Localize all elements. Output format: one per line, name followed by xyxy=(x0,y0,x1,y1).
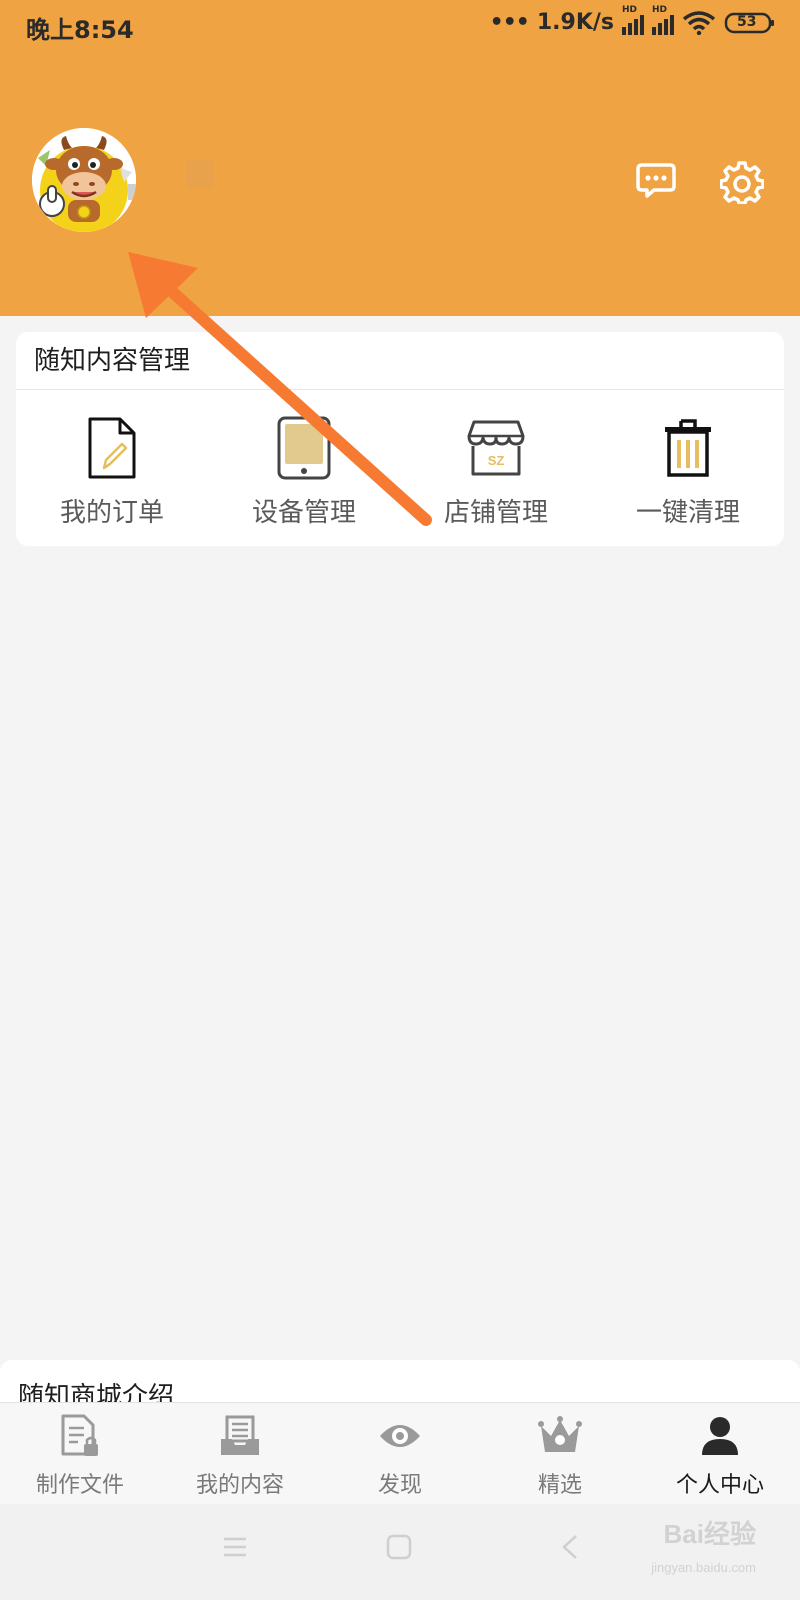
signal-1-icon: HD xyxy=(622,5,644,35)
user-icon xyxy=(697,1413,743,1459)
management-grid: 我的订单 设备管理 SZ 店铺管理 一键清理 xyxy=(16,390,784,540)
crown-icon xyxy=(537,1413,583,1459)
one-click-clean-item[interactable]: 一键清理 xyxy=(592,390,784,540)
eye-icon xyxy=(377,1413,423,1459)
signal-2-icon: HD xyxy=(652,5,674,35)
tab-label: 个人中心 xyxy=(675,1473,764,1498)
grid-label: 一键清理 xyxy=(635,498,740,528)
store-icon-text: SZ xyxy=(488,453,505,468)
card-title: 随知内容管理 xyxy=(16,332,784,390)
tab-label: 精选 xyxy=(537,1473,582,1498)
username-placeholder xyxy=(186,160,214,188)
message-button[interactable] xyxy=(636,160,676,200)
tab-label: 制作文件 xyxy=(35,1473,124,1498)
grid-label: 店铺管理 xyxy=(443,498,548,528)
trash-icon xyxy=(656,416,720,480)
locked-file-icon xyxy=(57,1413,103,1459)
tab-label: 发现 xyxy=(377,1473,422,1498)
inbox-tray-icon xyxy=(217,1413,263,1459)
grid-label: 我的订单 xyxy=(59,498,164,528)
tab-label: 我的内容 xyxy=(195,1473,284,1498)
notification-dots: ••• xyxy=(489,10,530,35)
tablet-icon xyxy=(272,416,336,480)
battery-icon: 53 xyxy=(724,11,776,35)
settings-button[interactable] xyxy=(719,160,765,205)
status-indicators: ••• 1.9K/s HD HD 53 xyxy=(489,5,776,35)
device-management-item[interactable]: 设备管理 xyxy=(208,390,400,540)
status-time: 晚上8:54 xyxy=(26,16,134,44)
store-management-item[interactable]: SZ 店铺管理 xyxy=(400,390,592,540)
shop-intro-section: 随知商城介绍 xyxy=(0,1360,800,1404)
content-management-card: 随知内容管理 我的订单 设备管理 SZ 店铺管理 一键清理 xyxy=(16,332,784,546)
status-bar: 晚上8:54 ••• 1.9K/s HD HD 53 xyxy=(0,0,800,50)
system-navigation-bar: Bai经验 jingyan.baidu.com xyxy=(0,1504,800,1600)
gear-icon xyxy=(719,161,765,205)
watermark-url: jingyan.baidu.com xyxy=(651,1560,756,1575)
back-chevron-icon xyxy=(562,1535,577,1559)
my-orders-item[interactable]: 我的订单 xyxy=(16,390,208,540)
wifi-icon xyxy=(682,10,716,35)
tab-discover[interactable]: 发现 xyxy=(320,1403,480,1504)
bottom-tab-bar: 制作文件 我的内容 发现 精选 个人中心 xyxy=(0,1402,800,1504)
menu-nav-button[interactable] xyxy=(222,1534,248,1564)
grid-label: 设备管理 xyxy=(251,498,356,528)
user-avatar[interactable] xyxy=(32,128,136,232)
tab-featured[interactable]: 精选 xyxy=(480,1403,640,1504)
profile-header: 晚上8:54 ••• 1.9K/s HD HD 53 xyxy=(0,0,800,316)
battery-level: 53 xyxy=(737,13,757,30)
tab-personal-center[interactable]: 个人中心 xyxy=(640,1403,800,1504)
baidu-jingyan-watermark: Bai经验 xyxy=(663,1519,756,1549)
home-square-icon xyxy=(386,1534,412,1560)
back-nav-button[interactable] xyxy=(560,1534,580,1564)
network-speed: 1.9K/s xyxy=(536,10,614,35)
menu-icon xyxy=(224,1537,246,1557)
document-edit-icon xyxy=(80,416,144,480)
chat-bubble-icon xyxy=(636,163,676,198)
home-nav-button[interactable] xyxy=(386,1534,412,1564)
intro-title: 随知商城介绍 xyxy=(18,1382,175,1404)
tab-make-file[interactable]: 制作文件 xyxy=(0,1403,160,1504)
tab-my-content[interactable]: 我的内容 xyxy=(160,1403,320,1504)
store-icon: SZ xyxy=(464,416,528,480)
